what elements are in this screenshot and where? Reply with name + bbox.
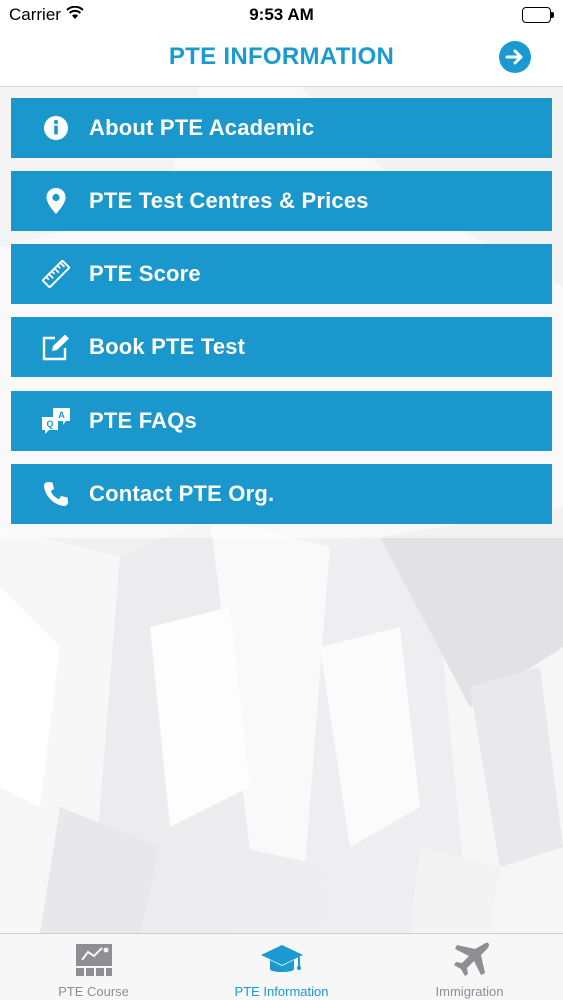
map-pin-icon xyxy=(31,187,81,215)
airplane-icon xyxy=(376,940,563,980)
menu-item-contact[interactable]: Contact PTE Org. xyxy=(11,464,552,524)
menu-item-label: PTE Score xyxy=(89,261,201,286)
arrow-right-circle-icon xyxy=(505,49,523,65)
navigation-bar: PTE INFORMATION xyxy=(0,30,563,87)
phone-icon xyxy=(31,480,81,508)
svg-text:A: A xyxy=(58,410,65,420)
menu-item-about[interactable]: About PTE Academic xyxy=(11,98,552,158)
menu-item-label: PTE FAQs xyxy=(89,408,197,433)
ruler-icon xyxy=(31,259,81,289)
tab-label: PTE Information xyxy=(234,984,329,999)
menu-item-label: Book PTE Test xyxy=(89,334,246,359)
battery-icon xyxy=(522,7,554,23)
svg-text:Q: Q xyxy=(46,419,53,429)
status-bar: Carrier 9:53 AM xyxy=(0,0,563,30)
course-board-icon xyxy=(0,940,187,980)
clock: 9:53 AM xyxy=(249,5,314,24)
qa-chat-icon: A Q xyxy=(31,406,81,436)
menu-item-faqs[interactable]: A Q PTE FAQs xyxy=(11,391,552,451)
menu-item-book-test[interactable]: Book PTE Test xyxy=(11,317,552,377)
tab-label: Immigration xyxy=(435,984,504,999)
menu-item-test-centres[interactable]: PTE Test Centres & Prices xyxy=(11,171,552,231)
graduation-cap-icon xyxy=(188,940,375,980)
tab-pte-information[interactable]: PTE Information xyxy=(188,934,375,1000)
page-title: PTE INFORMATION xyxy=(168,43,395,70)
menu-item-label: About PTE Academic xyxy=(89,115,315,140)
tab-bar: PTE Course PTE Information Immigration xyxy=(0,933,563,1000)
menu-item-score[interactable]: PTE Score xyxy=(11,244,552,304)
menu-item-label: PTE Test Centres & Prices xyxy=(89,188,369,213)
next-button[interactable] xyxy=(499,41,531,73)
edit-icon xyxy=(31,333,81,361)
tab-label: PTE Course xyxy=(58,984,129,999)
menu-item-label: Contact PTE Org. xyxy=(89,481,275,506)
tab-pte-course[interactable]: PTE Course xyxy=(0,934,187,1000)
menu-panel: About PTE Academic PTE Test Centres & Pr… xyxy=(0,87,563,538)
info-icon xyxy=(31,115,81,141)
tab-immigration[interactable]: Immigration xyxy=(376,934,563,1000)
